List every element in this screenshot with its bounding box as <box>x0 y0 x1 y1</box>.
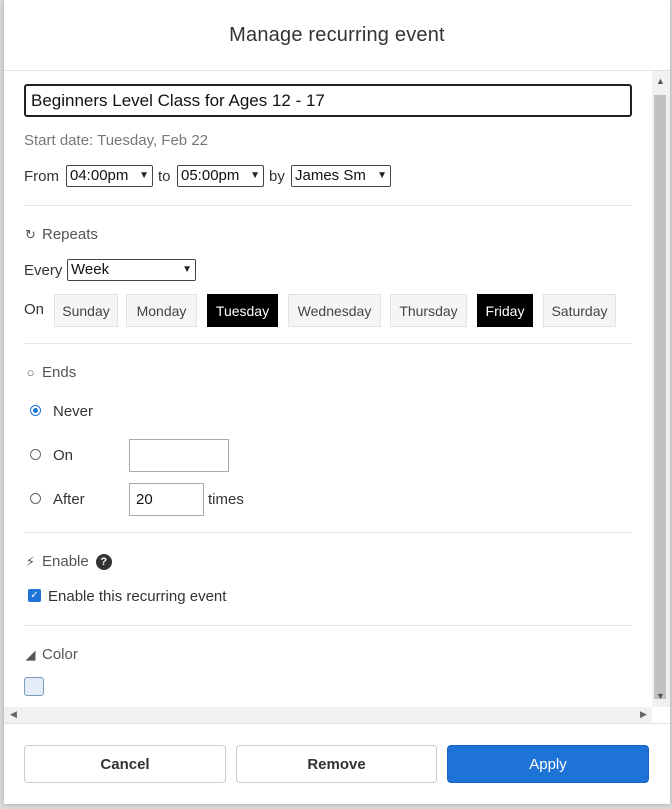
chevron-down-icon: ▼ <box>377 170 387 181</box>
ends-on-label: On <box>53 447 74 464</box>
recurring-event-dialog: Manage recurring event Start date: Tuesd… <box>4 0 670 804</box>
scroll-up-icon[interactable]: ▲ <box>656 76 665 86</box>
event-title-input[interactable] <box>24 84 632 117</box>
apply-button[interactable]: Apply <box>447 745 649 783</box>
day-sunday[interactable]: Sunday <box>54 294 118 327</box>
paint-bucket-icon: ◢ <box>25 646 36 662</box>
day-friday[interactable]: Friday <box>477 294 533 327</box>
chevron-down-icon: ▼ <box>182 264 192 275</box>
to-label: to <box>158 168 171 185</box>
from-time-select[interactable]: 04:00pm ▼ <box>66 165 153 187</box>
horizontal-scrollbar[interactable]: ◀ ▶ <box>4 707 652 723</box>
ends-after-count-input[interactable]: 20 <box>129 483 204 516</box>
ends-after-label: After <box>53 491 85 508</box>
divider <box>24 205 632 206</box>
enable-heading: ⚡ Enable ? <box>24 553 112 570</box>
divider <box>24 625 632 626</box>
day-thursday[interactable]: Thursday <box>390 294 467 327</box>
ends-heading: ○ Ends <box>24 364 77 381</box>
vertical-scrollbar[interactable]: ▲ ▼ <box>652 71 670 707</box>
divider <box>24 343 632 344</box>
enable-checkbox[interactable]: ✓ <box>28 589 41 602</box>
dialog-header: Manage recurring event <box>4 0 670 71</box>
by-label: by <box>269 168 285 185</box>
ends-never-radio[interactable] <box>30 405 41 416</box>
chevron-down-icon: ▼ <box>250 170 260 181</box>
color-swatch[interactable] <box>24 677 44 696</box>
refresh-icon: ↻ <box>25 226 36 242</box>
ends-after-radio[interactable] <box>30 493 41 504</box>
lightning-icon: ⚡ <box>25 553 36 569</box>
start-date-text: Start date: Tuesday, Feb 22 <box>24 132 208 149</box>
day-tuesday[interactable]: Tuesday <box>207 294 278 327</box>
dialog-title: Manage recurring event <box>229 23 445 46</box>
on-label: On <box>24 301 45 318</box>
help-icon[interactable]: ? <box>95 553 112 570</box>
dialog-body: Start date: Tuesday, Feb 22 From 04:00pm… <box>4 71 652 707</box>
ends-on-radio[interactable] <box>30 449 41 460</box>
chevron-down-icon: ▼ <box>139 170 149 181</box>
remove-button[interactable]: Remove <box>236 745 437 783</box>
to-time-select[interactable]: 05:00pm ▼ <box>177 165 264 187</box>
from-label: From <box>24 168 59 185</box>
scroll-left-icon[interactable]: ◀ <box>10 709 17 720</box>
divider <box>24 532 632 533</box>
cancel-button[interactable]: Cancel <box>24 745 226 783</box>
times-label: times <box>208 491 244 508</box>
circle-outline-icon: ○ <box>26 365 35 380</box>
by-person-select[interactable]: James Sm ▼ <box>291 165 391 187</box>
day-monday[interactable]: Monday <box>126 294 197 327</box>
every-select[interactable]: Week ▼ <box>67 259 196 281</box>
day-wednesday[interactable]: Wednesday <box>288 294 381 327</box>
ends-on-date-input[interactable] <box>129 439 229 472</box>
color-heading: ◢ Color <box>25 646 78 663</box>
enable-checkbox-label: Enable this recurring event <box>48 588 227 605</box>
day-saturday[interactable]: Saturday <box>543 294 616 327</box>
scrollbar-thumb[interactable] <box>654 95 666 699</box>
every-label: Every <box>24 262 63 279</box>
ends-never-label: Never <box>53 403 94 420</box>
dialog-footer: Cancel Remove Apply <box>4 723 670 805</box>
scroll-right-icon[interactable]: ▶ <box>640 709 647 720</box>
scroll-down-icon[interactable]: ▼ <box>656 691 665 701</box>
repeats-heading: ↻ Repeats <box>25 226 98 243</box>
